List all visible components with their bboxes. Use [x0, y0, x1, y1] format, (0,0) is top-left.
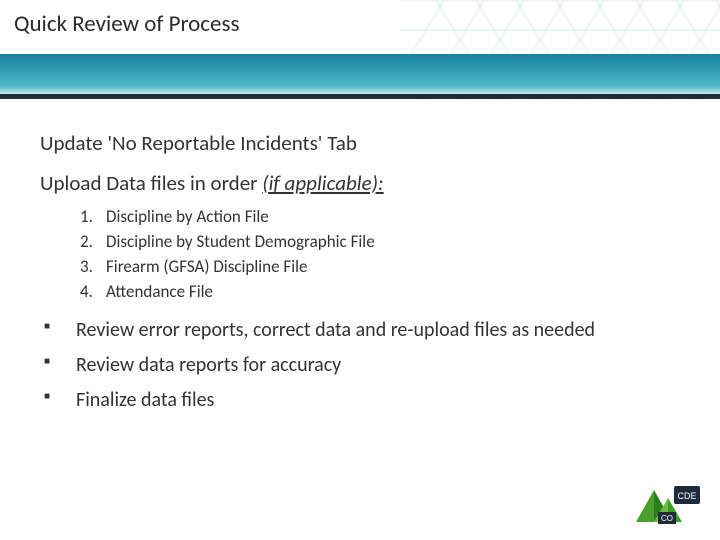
- numbered-list: 1. Discipline by Action File 2. Discipline…: [80, 206, 680, 302]
- slide-title: Quick Review of Process: [14, 10, 239, 38]
- bullet-item: Review data reports for accuracy: [40, 353, 680, 378]
- list-item-label: Attendance File: [106, 281, 213, 302]
- headline-2-italic: (if applicable):: [262, 170, 383, 196]
- list-item-label: Discipline by Action File: [106, 206, 269, 227]
- bullet-item-label: Review data reports for accuracy: [76, 353, 341, 377]
- title-band: Quick Review of Process: [0, 0, 720, 100]
- list-item: 2. Discipline by Student Demographic File: [80, 231, 680, 252]
- headline-1: Update 'No Reportable Incidents' Tab: [40, 130, 680, 156]
- headline-2-prefix: Upload Data files in order: [40, 170, 262, 196]
- bullet-list: Review error reports, correct data and r…: [40, 318, 680, 413]
- bullet-item: Review error reports, correct data and r…: [40, 318, 680, 343]
- list-item-label: Discipline by Student Demographic File: [106, 231, 375, 252]
- slide: Quick Review of Process Update 'No Repor…: [0, 0, 720, 540]
- bullet-item: Finalize data files: [40, 388, 680, 413]
- dark-rule: [0, 94, 720, 99]
- num: 1.: [80, 206, 100, 227]
- num: 4.: [80, 281, 100, 302]
- list-item: 3. Firearm (GFSA) Discipline File: [80, 256, 680, 277]
- cde-logo: CDE CO: [634, 482, 702, 530]
- num: 3.: [80, 256, 100, 277]
- num: 2.: [80, 231, 100, 252]
- logo-badge-text: CDE: [677, 491, 696, 501]
- blue-gradient-band: [0, 54, 720, 94]
- bullet-item-label: Finalize data files: [76, 388, 214, 412]
- bullet-item-label: Review error reports, correct data and r…: [76, 318, 595, 342]
- content-area: Update 'No Reportable Incidents' Tab Upl…: [40, 130, 680, 423]
- logo-state-text: CO: [661, 514, 673, 523]
- list-item-label: Firearm (GFSA) Discipline File: [106, 256, 307, 277]
- list-item: 4. Attendance File: [80, 281, 680, 302]
- headline-2: Upload Data files in order (if applicabl…: [40, 170, 680, 196]
- list-item: 1. Discipline by Action File: [80, 206, 680, 227]
